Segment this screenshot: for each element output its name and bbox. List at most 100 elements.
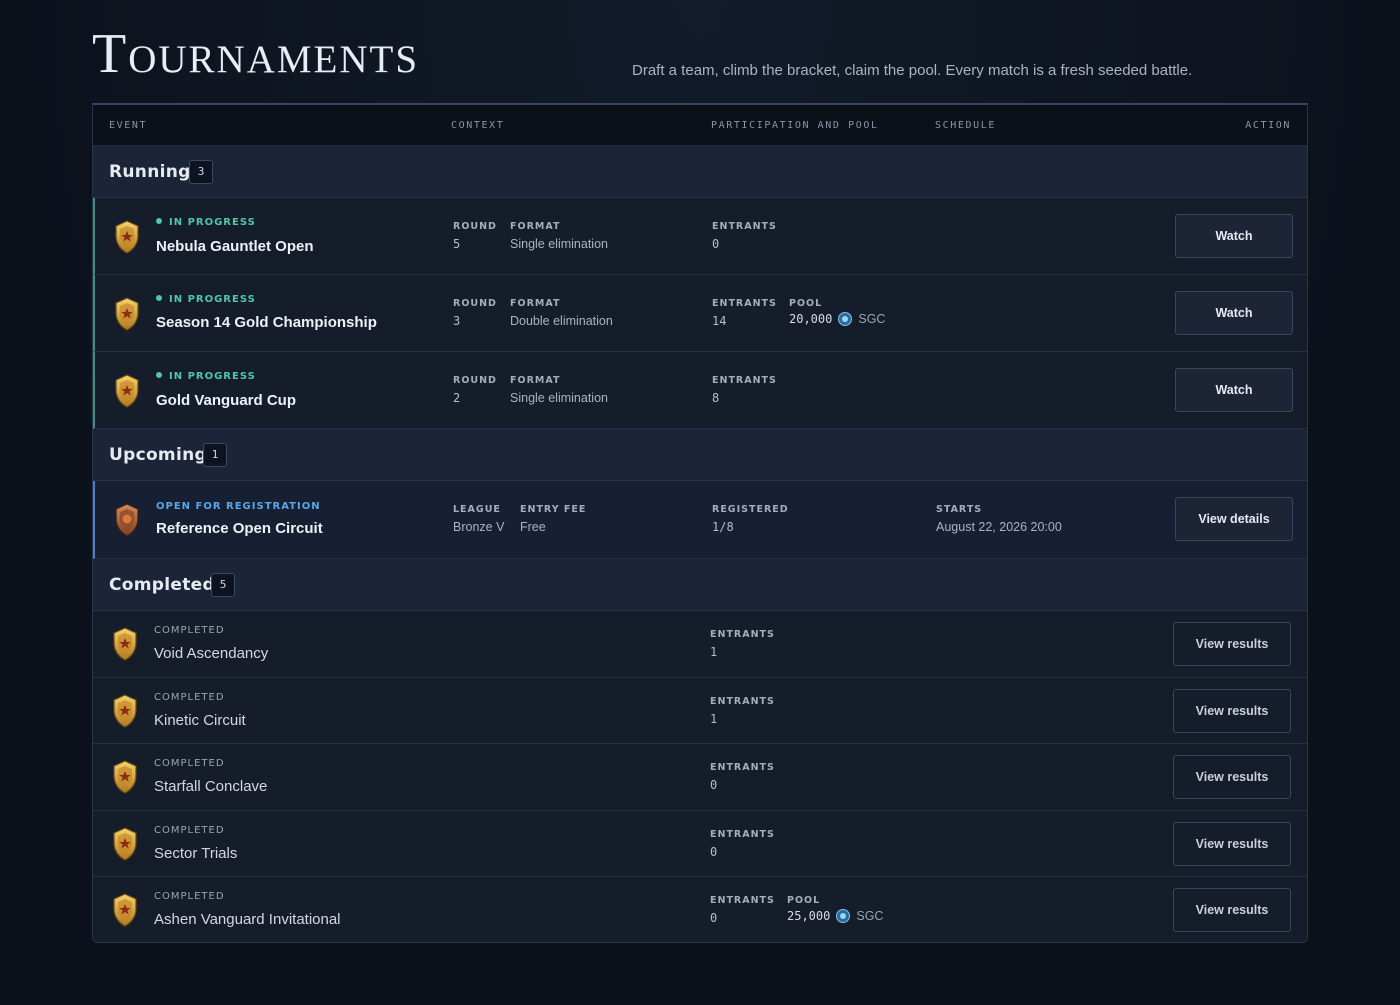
entrants-value: 14 xyxy=(712,314,727,328)
gold-shield-badge-icon xyxy=(114,374,140,408)
status-badge: COMPLETED xyxy=(154,691,225,703)
tournament-row: OPEN FOR REGISTRATION Reference Open Cir… xyxy=(93,481,1307,559)
column-participation: PARTICIPATION AND POOL xyxy=(711,120,879,131)
gold-shield-badge-icon xyxy=(112,760,138,794)
tournament-row: IN PROGRESS Nebula Gauntlet Open ROUND 5… xyxy=(93,198,1307,275)
registered-label: REGISTERED xyxy=(712,504,789,515)
watch-button[interactable]: Watch xyxy=(1175,368,1293,412)
page-subtitle: Draft a team, climb the bracket, claim t… xyxy=(632,62,1193,79)
pool-value: 20,000 SGC xyxy=(789,312,885,326)
status-badge: COMPLETED xyxy=(154,758,225,769)
round-value: 3 xyxy=(453,314,461,328)
group-completed-header: Completed 5 xyxy=(93,559,1307,611)
tournament-row: COMPLETED Kinetic Circuit ENTRANTS 1 Vie… xyxy=(93,677,1307,744)
league-label: LEAGUE xyxy=(453,504,501,515)
pool-currency: SGC xyxy=(858,312,886,326)
format-label: FORMAT xyxy=(510,298,561,309)
pool-currency: SGC xyxy=(856,909,884,923)
tournament-row: COMPLETED Sector Trials ENTRANTS 0 View … xyxy=(93,810,1307,877)
view-details-button[interactable]: View details xyxy=(1175,497,1293,541)
format-value: Single elimination xyxy=(510,391,608,405)
entrants-value: 1 xyxy=(710,711,718,726)
bronze-shield-badge-icon xyxy=(114,503,140,537)
tournament-row: COMPLETED Starfall Conclave ENTRANTS 0 V… xyxy=(93,744,1307,811)
entrants-value: 0 xyxy=(712,237,720,251)
entry-fee-value: Free xyxy=(520,520,546,534)
status-badge: COMPLETED xyxy=(154,824,225,836)
watch-button[interactable]: Watch xyxy=(1175,214,1293,258)
group-running-header: Running 3 xyxy=(93,146,1307,198)
event-name: Kinetic Circuit xyxy=(154,711,246,729)
view-results-button[interactable]: View results xyxy=(1173,821,1291,866)
gold-shield-badge-icon xyxy=(112,893,138,927)
gold-shield-badge-icon xyxy=(112,694,138,728)
league-value: Bronze V xyxy=(453,520,505,534)
group-title: Upcoming xyxy=(109,445,207,465)
column-context: CONTEXT xyxy=(451,120,505,131)
group-upcoming-header: Upcoming 1 xyxy=(93,429,1307,481)
format-value: Single elimination xyxy=(510,237,608,251)
gold-shield-badge-icon xyxy=(114,297,140,331)
format-value: Double elimination xyxy=(510,314,613,328)
group-title: Completed xyxy=(109,575,215,595)
column-schedule: SCHEDULE xyxy=(935,120,996,131)
gold-shield-badge-icon xyxy=(112,627,138,661)
sgc-coin-icon xyxy=(836,909,850,923)
entrants-label: ENTRANTS xyxy=(710,762,775,773)
entrants-label: ENTRANTS xyxy=(710,828,775,840)
entrants-label: ENTRANTS xyxy=(710,629,775,640)
pool-label: POOL xyxy=(787,895,821,906)
group-count-badge: 1 xyxy=(203,443,227,467)
event-name: Ashen Vanguard Invitational xyxy=(154,911,341,928)
event-name: Reference Open Circuit xyxy=(156,520,323,537)
tournament-row: IN PROGRESS Gold Vanguard Cup ROUND 2 FO… xyxy=(93,352,1307,429)
entrants-value: 0 xyxy=(710,844,718,859)
event-name: Nebula Gauntlet Open xyxy=(156,238,314,255)
entrants-value: 8 xyxy=(712,391,720,405)
page-header: Tournaments Draft a team, climb the brac… xyxy=(92,22,1308,104)
round-label: ROUND xyxy=(453,221,497,232)
gold-shield-badge-icon xyxy=(112,827,138,861)
event-name: Void Ascendancy xyxy=(154,645,269,662)
view-results-button[interactable]: View results xyxy=(1173,755,1291,799)
status-badge: OPEN FOR REGISTRATION xyxy=(156,501,321,512)
pool-label: POOL xyxy=(789,298,823,309)
format-label: FORMAT xyxy=(510,375,561,386)
event-name: Season 14 Gold Championship xyxy=(156,314,377,331)
table-column-header: EVENT CONTEXT PARTICIPATION AND POOL SCH… xyxy=(93,105,1307,146)
entrants-value: 0 xyxy=(710,911,718,925)
group-title: Running xyxy=(109,162,191,182)
entrants-value: 1 xyxy=(710,645,718,659)
gold-shield-badge-icon xyxy=(114,220,140,254)
starts-label: STARTS xyxy=(936,504,983,515)
view-results-button[interactable]: View results xyxy=(1173,688,1291,733)
sgc-coin-icon xyxy=(838,312,852,326)
status-badge: COMPLETED xyxy=(154,891,225,902)
round-label: ROUND xyxy=(453,375,497,386)
view-results-button[interactable]: View results xyxy=(1173,888,1291,932)
entrants-label: ENTRANTS xyxy=(710,895,775,906)
status-badge: IN PROGRESS xyxy=(156,294,256,305)
group-count-badge: 5 xyxy=(211,573,235,597)
event-name: Starfall Conclave xyxy=(154,778,268,795)
entrants-label: ENTRANTS xyxy=(712,221,777,232)
round-label: ROUND xyxy=(453,298,497,309)
entrants-label: ENTRANTS xyxy=(712,375,777,386)
status-badge: IN PROGRESS xyxy=(156,217,256,228)
format-label: FORMAT xyxy=(510,221,561,232)
registered-value: 1/8 xyxy=(712,520,734,534)
column-action: ACTION xyxy=(1245,120,1291,131)
tournaments-table: EVENT CONTEXT PARTICIPATION AND POOL SCH… xyxy=(92,103,1308,943)
status-badge: COMPLETED xyxy=(154,625,225,636)
group-count-badge: 3 xyxy=(189,160,213,184)
starts-value: August 22, 2026 20:00 xyxy=(936,520,1062,534)
pool-amount: 25,000 xyxy=(787,909,831,923)
watch-button[interactable]: Watch xyxy=(1175,291,1293,335)
round-value: 2 xyxy=(453,391,461,405)
status-badge: IN PROGRESS xyxy=(156,371,256,382)
page-title: Tournaments xyxy=(92,23,420,85)
entrants-value: 0 xyxy=(710,778,718,792)
event-name: Sector Trials xyxy=(154,844,238,862)
tournament-row: COMPLETED Ashen Vanguard Invitational EN… xyxy=(93,877,1307,942)
view-results-button[interactable]: View results xyxy=(1173,622,1291,666)
